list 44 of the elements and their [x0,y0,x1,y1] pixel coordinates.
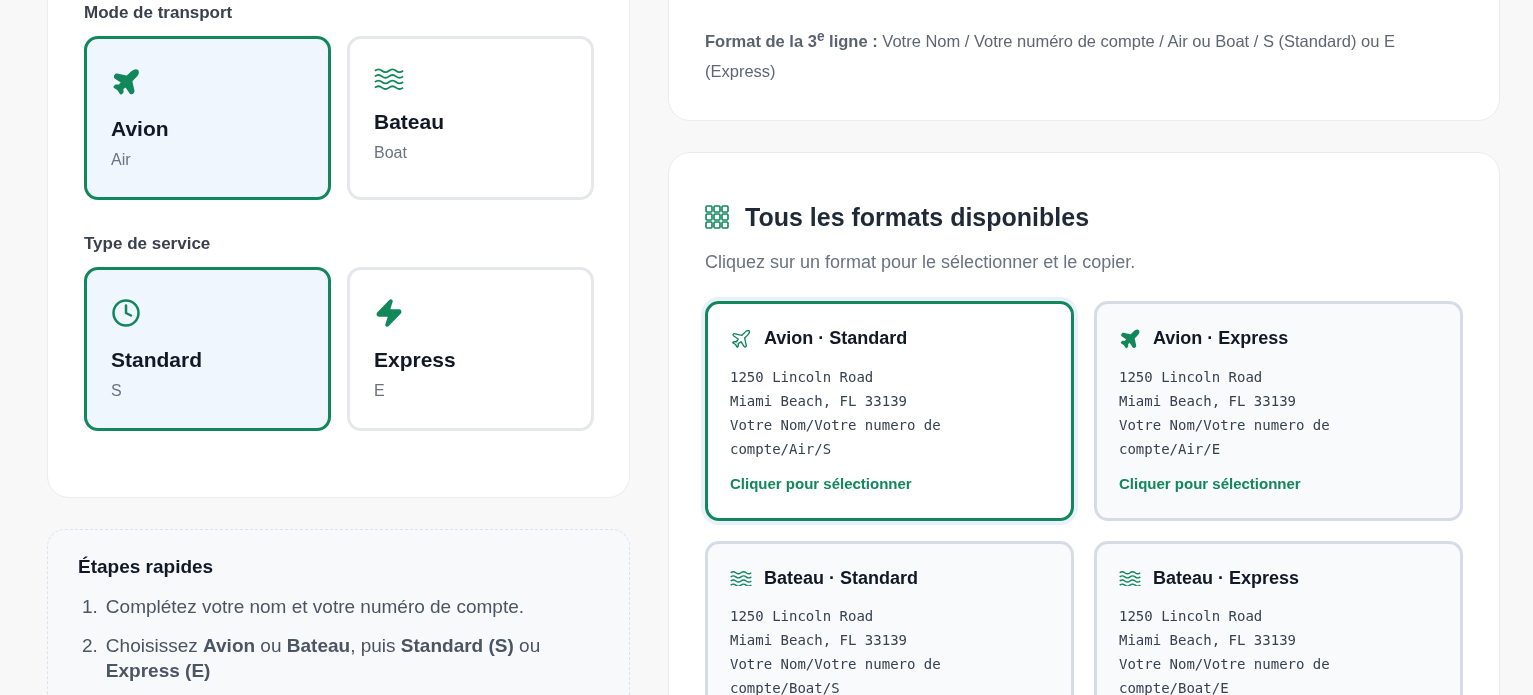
format-title: Avion · Standard [764,328,908,349]
option-title: Express [374,348,456,372]
airplane-icon [730,327,752,350]
option-title: Standard [111,348,202,372]
formats-subtitle: Cliquez sur un format pour le sélectionner et le copier. [705,251,1137,273]
format-title: Avion · Express [1153,328,1289,349]
step-text: Choisissez Avion ou Bateau, puis Standard (S) ou Express (E) [105,634,542,683]
address-text: 1250 Lincoln Road Miami Beach, FL 33139 Votre Nom/Votre numero de compte/Boat/E [1119,606,1331,695]
address-text: 1250 Lincoln Road Miami Beach, FL 33139 Votre Nom/Votre numero de compte/Air/E [1119,367,1331,459]
waves-icon [730,569,752,587]
step-number: 2. [82,634,98,658]
format-title: Bateau · Express [1153,567,1300,589]
format-title: Bateau · Standard [764,567,919,589]
format-card[interactable]: Bateau · Standard 1250 Lincoln Road Miami Beach, FL 33139 Votre Nom/Votre numero de compte/Boat/S [705,540,1074,695]
option-card[interactable]: Bateau Boat [347,36,594,200]
section-label: Type de service [84,234,212,254]
option-subtitle: Air [111,151,131,169]
option-card[interactable]: Avion Air [84,36,331,200]
select-link[interactable]: Cliquer pour sélectionner [1119,474,1438,492]
option-title: Bateau [374,109,445,134]
select-link[interactable]: Cliquer pour sélectionner [730,474,1049,492]
option-subtitle: Boat [374,143,407,162]
airplane-icon [111,67,141,97]
option-subtitle: E [374,382,385,400]
address-text: 1250 Lincoln Road Miami Beach, FL 33139 Votre Nom/Votre numero de compte/Air/S [730,367,942,459]
option-title: Avion [111,117,169,141]
option-card[interactable]: Standard S [84,267,331,431]
steps-title: Étapes rapides [78,556,215,578]
formats-title: Tous les formats disponibles [745,202,1090,232]
lightning-bolt-icon [374,298,404,328]
address-text: 1250 Lincoln Road Miami Beach, FL 33139 Votre Nom/Votre numero de compte/Boat/S [730,606,942,695]
option-subtitle: S [111,382,122,400]
format-card[interactable]: Avion · Express 1250 Lincoln Road Miami Beach, FL 33139 Votre Nom/Votre numero de compte/Air/E Cliquer pour sélectionner [1094,300,1463,521]
step-text: Complétez votre nom et votre numéro de compte. [105,595,525,619]
grid-icon [705,205,729,229]
format-card[interactable]: Bateau · Express 1250 Lincoln Road Miami Beach, FL 33139 Votre Nom/Votre numero de compte/Boat/E [1094,540,1463,695]
option-card[interactable]: Express E [347,267,594,431]
clock-icon [111,298,141,328]
section-label: Mode de transport [84,3,234,23]
format-note: Format de la 3$^{e}$ ligne : Votre Nom / Votre numéro de compte / Air ou Boat / S (Standard) ou E (Express) [705,27,1396,82]
waves-icon [374,67,404,90]
airplane-icon [1119,327,1141,350]
waves-icon [1119,569,1141,587]
step-number: 1. [82,595,98,619]
